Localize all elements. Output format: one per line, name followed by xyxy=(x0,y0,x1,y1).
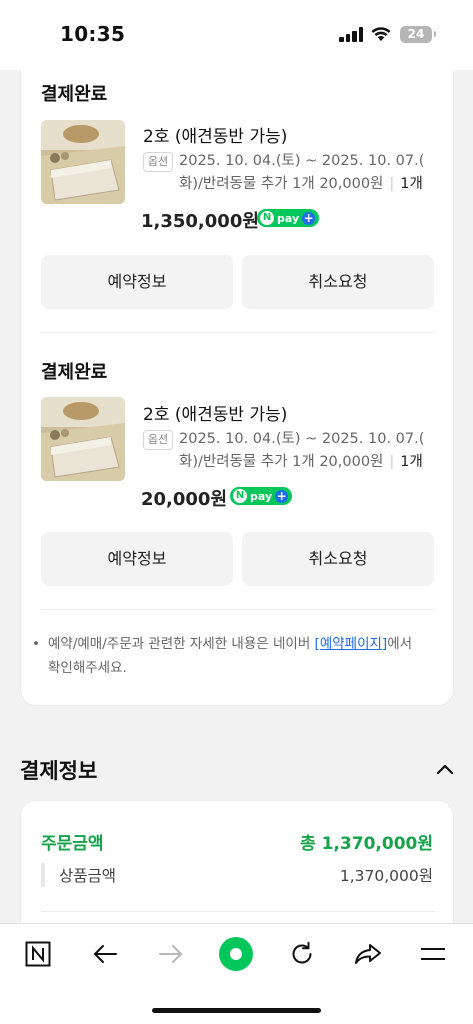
option-badge: 옵션 xyxy=(143,152,173,172)
option-badge: 옵션 xyxy=(143,430,173,450)
order-status: 결제완료 xyxy=(41,84,108,105)
divider xyxy=(41,609,434,610)
order-amount-label: 주문금액 xyxy=(41,834,104,854)
battery-icon: 24 xyxy=(400,26,436,43)
plus-icon: + xyxy=(275,488,289,503)
product-name[interactable]: 2호 (애견동반 가능) xyxy=(143,400,287,425)
reservation-info-button[interactable]: 예약정보 xyxy=(41,255,233,309)
quantity: 1개 xyxy=(400,454,423,470)
option-line-1: 2025. 10. 04.(토) ~ 2025. 10. 07.( xyxy=(179,153,425,169)
indent-bar xyxy=(41,863,45,887)
cellular-signal-icon xyxy=(339,27,363,42)
order-price: 1,350,000원 xyxy=(141,211,259,232)
npay-badge: Npay + xyxy=(257,209,320,227)
option-line-1: 2025. 10. 04.(토) ~ 2025. 10. 07.( xyxy=(179,431,425,447)
naver-n-icon: N xyxy=(233,489,247,503)
divider xyxy=(41,332,434,333)
npay-label: pay xyxy=(250,489,273,503)
home-indicator xyxy=(152,1008,321,1013)
divider xyxy=(41,911,435,912)
reservation-info-button[interactable]: 예약정보 xyxy=(41,532,233,586)
cancel-request-button[interactable]: 취소요청 xyxy=(242,532,434,586)
back-arrow-icon[interactable] xyxy=(85,934,125,974)
npay-badge: Npay + xyxy=(230,487,293,505)
order-card: 결제완료 2호 (애견동반 가능) 옵션 2025. 10. 04.(토) ~ … xyxy=(20,70,454,706)
option-detail: 화)/반려동물 추가 1개 20,000원 xyxy=(179,454,384,470)
status-time: 10:35 xyxy=(60,22,126,46)
option-line-2: 화)/반려동물 추가 1개 20,000원 | 1개 xyxy=(179,173,423,196)
separator: | xyxy=(389,454,395,470)
chevron-up-icon[interactable] xyxy=(436,763,454,775)
product-amount-value: 1,370,000원 xyxy=(339,867,433,885)
forward-arrow-icon[interactable] xyxy=(151,934,191,974)
cancel-request-button[interactable]: 취소요청 xyxy=(242,255,434,309)
naver-home-icon[interactable] xyxy=(18,934,58,974)
product-thumbnail[interactable] xyxy=(41,397,125,481)
naver-n-icon: N xyxy=(260,211,274,225)
option-line-2: 화)/반려동물 추가 1개 20,000원 | 1개 xyxy=(179,451,423,474)
menu-icon[interactable] xyxy=(413,934,453,974)
reservation-page-link[interactable]: [예약페이지] xyxy=(315,636,388,652)
order-status: 결제완료 xyxy=(41,362,108,383)
product-amount-label: 상품금액 xyxy=(59,867,117,885)
option-detail: 화)/반려동물 추가 1개 20,000원 xyxy=(179,176,384,192)
wifi-icon xyxy=(371,27,391,41)
bullet: • xyxy=(32,636,40,652)
product-name[interactable]: 2호 (애견동반 가능) xyxy=(143,122,287,147)
notice-line-2: 확인해주세요. xyxy=(48,660,127,676)
npay-label: pay xyxy=(277,211,300,225)
notice-line-1: 예약/예매/주문과 관련한 자세한 내용은 네이버 [예약페이지]에서 xyxy=(48,632,412,656)
plus-icon: + xyxy=(302,210,316,225)
refresh-icon[interactable] xyxy=(282,934,322,974)
share-icon[interactable] xyxy=(348,934,388,974)
payment-info-card: 주문금액 총 1,370,000원 상품금액 1,370,000원 xyxy=(20,800,454,940)
green-dot-icon[interactable] xyxy=(216,934,256,974)
status-bar: 10:35 24 xyxy=(0,0,473,70)
notice-text: 예약/예매/주문과 관련한 자세한 내용은 네이버 xyxy=(48,636,315,652)
order-price: 20,000원 xyxy=(141,489,228,510)
payment-info-title[interactable]: 결제정보 xyxy=(20,755,97,785)
separator: | xyxy=(389,176,395,192)
order-amount-total: 총 1,370,000원 xyxy=(300,834,433,854)
product-thumbnail[interactable] xyxy=(41,120,125,204)
notice-text-end: 에서 xyxy=(387,636,413,652)
quantity: 1개 xyxy=(400,176,423,192)
